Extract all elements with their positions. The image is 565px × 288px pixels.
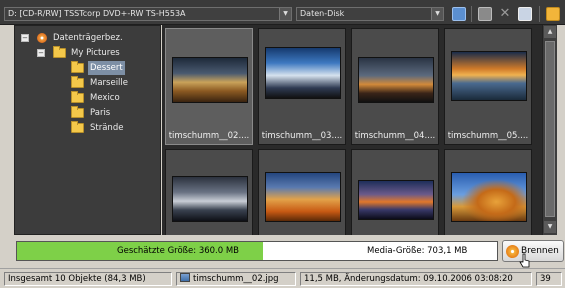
thumbnail-item[interactable] [165, 149, 253, 235]
thumbnail-item[interactable] [351, 149, 439, 235]
folder-icon [71, 61, 84, 73]
tree-item-mexico[interactable]: Mexico [15, 91, 160, 105]
thumbnail-image [265, 172, 341, 222]
thumbnail-item[interactable] [444, 149, 532, 235]
tree-item-root[interactable]: − Datenträgerbez. [15, 31, 160, 45]
tree-item-marseille[interactable]: Marseille [15, 76, 160, 90]
view-icon[interactable] [452, 7, 466, 21]
drive-select[interactable]: D: [CD-R/RW] TSSTcorp DVD+-RW TS-H553A ▼ [4, 7, 292, 21]
status-file-info: 11,5 MB, Änderungsdatum: 09.10.2006 03:0… [300, 272, 532, 286]
tree-item-dessert[interactable]: Dessert [15, 61, 160, 75]
toolbar-separator [539, 6, 540, 22]
disc-type-select[interactable]: Daten-Disk ▼ [296, 7, 444, 21]
folder-icon [71, 76, 84, 88]
status-extra: 39 [536, 272, 562, 286]
thumbnail-image [451, 172, 527, 222]
tree-item-my-pictures[interactable]: − My Pictures [15, 46, 160, 60]
tree-item-label: My Pictures [71, 48, 120, 58]
tree-item-label: Paris [90, 108, 111, 118]
burn-button[interactable]: Brennen [502, 240, 564, 262]
thumbnail-item[interactable]: timschumm__03.... [258, 28, 346, 145]
folder-icon [71, 121, 84, 133]
tree-item-straende[interactable]: Strände [15, 121, 160, 135]
tree-item-label: Strände [90, 123, 124, 133]
status-file-name: timschumm__02.jpg [193, 274, 279, 284]
burn-disc-icon [506, 245, 519, 258]
thumbnail-item[interactable]: timschumm__04.... [351, 28, 439, 145]
toolbar: D: [CD-R/RW] TSSTcorp DVD+-RW TS-H553A ▼… [0, 0, 565, 25]
chevron-down-icon: ▼ [431, 8, 443, 20]
thumbnail-image [172, 176, 248, 222]
thumbnail-image [265, 47, 341, 99]
folder-icon [71, 91, 84, 103]
thumbnail-image [358, 180, 434, 220]
thumbnail-image [172, 57, 248, 103]
thumbnail-item[interactable]: timschumm__02.... [165, 28, 253, 145]
delete-icon[interactable]: ✕ [498, 7, 512, 21]
status-total: Insgesamt 10 Objekte (84,3 MB) [4, 272, 172, 286]
status-file: timschumm__02.jpg [176, 272, 296, 286]
media-size-label: Media-Größe: 703,1 MB [367, 246, 468, 256]
tree-item-paris[interactable]: Paris [15, 106, 160, 120]
thumbnail-grid: timschumm__02.... timschumm__03.... tims… [162, 25, 542, 235]
mouse-pointer-icon [519, 253, 530, 268]
disc-icon [37, 33, 47, 43]
chevron-down-icon: ▼ [279, 8, 291, 20]
toolbar-separator [471, 6, 472, 22]
scroll-down-icon[interactable]: ▼ [544, 221, 556, 233]
grid-scrollbar[interactable]: ▲ ▼ [542, 25, 557, 235]
thumbnail-image [358, 57, 434, 103]
tree-item-label: Datenträgerbez. [53, 33, 123, 43]
image-file-icon [180, 273, 190, 282]
thumbnail-image [451, 51, 527, 101]
disc-type-value: Daten-Disk [300, 9, 345, 18]
tree-item-label: Mexico [90, 93, 120, 103]
thumbnail-caption: timschumm__04.... [354, 131, 436, 141]
properties-icon[interactable] [518, 7, 532, 21]
thumbnail-item[interactable] [258, 149, 346, 235]
collapse-icon[interactable]: − [37, 49, 45, 57]
thumbnail-caption: timschumm__05.... [447, 131, 529, 141]
scroll-up-icon[interactable]: ▲ [544, 26, 556, 38]
thumbnail-item[interactable]: timschumm__05.... [444, 28, 532, 145]
collapse-icon[interactable]: − [21, 34, 29, 42]
thumbnail-caption: timschumm__02.... [168, 131, 250, 141]
tree-item-label: Marseille [90, 78, 129, 88]
folder-icon [71, 106, 84, 118]
folder-tree: − Datenträgerbez. − My Pictures Dessert … [14, 25, 161, 235]
status-bar: Insgesamt 10 Objekte (84,3 MB) timschumm… [0, 268, 565, 288]
tree-item-label: Dessert [88, 61, 125, 75]
scrollbar-thumb[interactable] [545, 41, 555, 217]
capacity-bar: Geschätzte Größe: 360.0 MB Media-Größe: … [16, 241, 498, 261]
estimated-size-label: Geschätzte Größe: 360.0 MB [117, 246, 240, 256]
copy-icon[interactable] [478, 7, 492, 21]
thumbnail-caption: timschumm__03.... [261, 131, 343, 141]
folder-icon[interactable] [546, 7, 560, 21]
drive-select-value: D: [CD-R/RW] TSSTcorp DVD+-RW TS-H553A [8, 9, 186, 18]
folder-icon [53, 46, 66, 58]
